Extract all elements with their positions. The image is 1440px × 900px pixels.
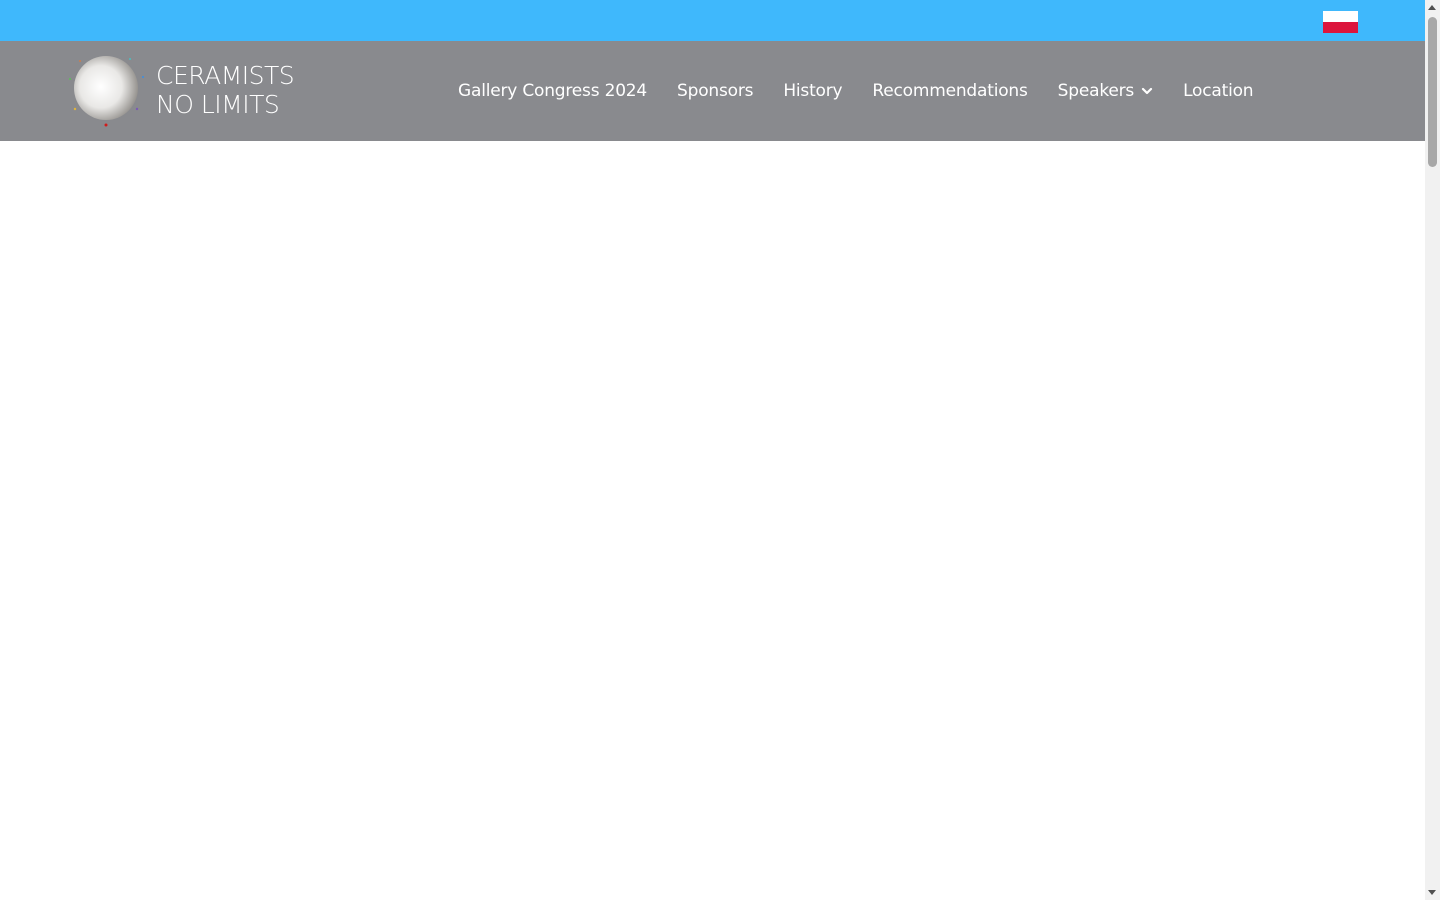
- main-content: [0, 141, 1425, 900]
- scroll-up-arrow-icon[interactable]: [1428, 5, 1436, 10]
- site-header: CERAMISTS NO LIMITS Gallery Congress 202…: [0, 41, 1425, 141]
- nav-gallery-congress-2024[interactable]: Gallery Congress 2024: [458, 81, 647, 101]
- site-logo[interactable]: CERAMISTS NO LIMITS: [66, 51, 306, 131]
- poland-flag-icon[interactable]: [1323, 11, 1358, 33]
- nav-history[interactable]: History: [783, 81, 842, 101]
- scrollbar-thumb[interactable]: [1428, 17, 1437, 167]
- nav-label: Gallery Congress 2024: [458, 81, 648, 101]
- logo-text: CERAMISTS NO LIMITS: [156, 61, 295, 119]
- nav-location[interactable]: Location: [1183, 81, 1254, 101]
- top-bar: [0, 0, 1425, 41]
- nav-recommendations[interactable]: Recommendations: [872, 81, 1027, 101]
- nav-label: History: [783, 81, 843, 101]
- nav-sponsors[interactable]: Sponsors: [677, 81, 753, 101]
- logo-line-1: CERAMISTS: [156, 61, 295, 90]
- main-nav: Gallery Congress 2024 Sponsors History R…: [458, 41, 1254, 141]
- nav-speakers[interactable]: Speakers: [1058, 81, 1153, 101]
- vertical-scrollbar[interactable]: [1425, 0, 1440, 900]
- nav-label: Recommendations: [872, 81, 1028, 101]
- logo-line-2: NO LIMITS: [156, 90, 280, 119]
- chevron-down-icon: [1141, 87, 1153, 95]
- scroll-down-arrow-icon[interactable]: [1428, 890, 1436, 895]
- nav-label: Sponsors: [677, 81, 754, 101]
- page: CERAMISTS NO LIMITS Gallery Congress 202…: [0, 0, 1440, 900]
- nav-label: Location: [1183, 81, 1254, 101]
- nav-label: Speakers: [1057, 81, 1135, 101]
- logo-sphere-icon: [69, 56, 144, 127]
